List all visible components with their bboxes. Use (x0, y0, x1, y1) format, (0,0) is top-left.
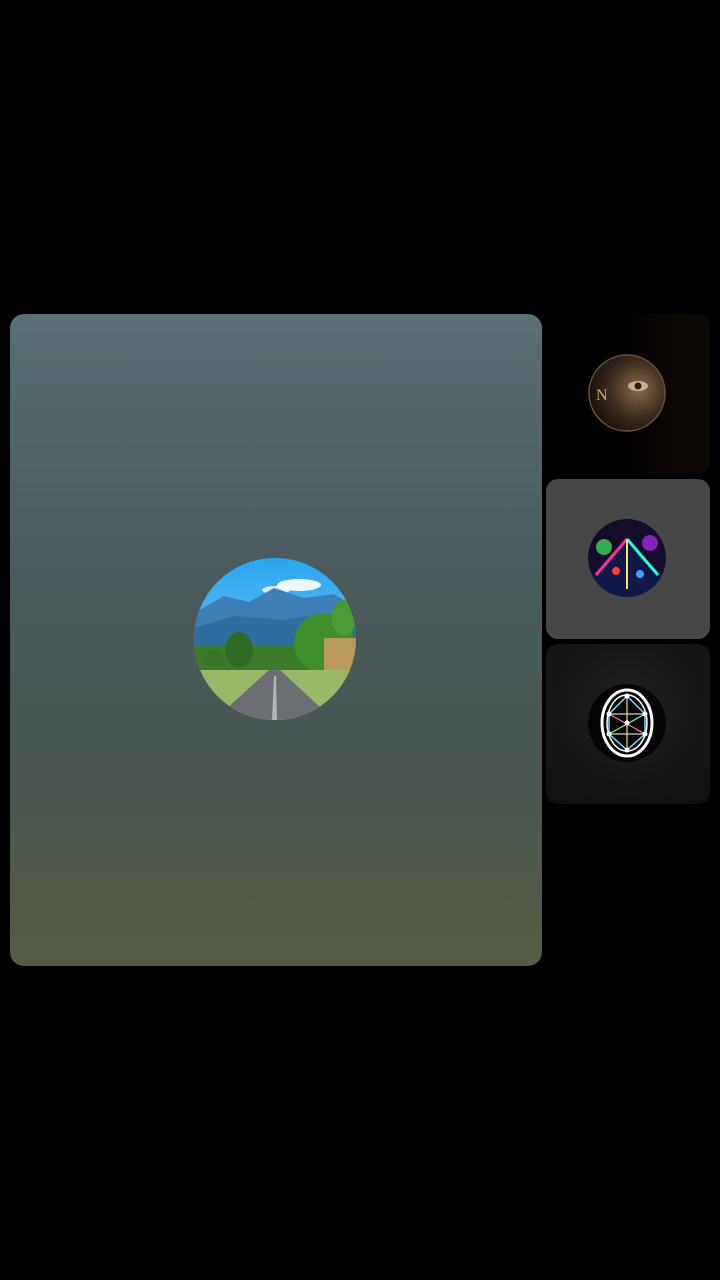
sacred-geometry-avatar-icon (588, 684, 666, 762)
eye-face-avatar-icon: N (588, 354, 666, 432)
participant-thumbnail[interactable]: N (546, 314, 710, 474)
svg-text:N: N (596, 387, 608, 404)
main-participant-tile[interactable] (10, 314, 542, 966)
landscape-road-avatar-icon (194, 558, 356, 720)
video-call-screen: N (0, 0, 720, 1280)
participant-thumbnail-highlighted[interactable] (546, 479, 710, 639)
participant-thumbnail[interactable] (546, 644, 710, 804)
neon-lights-avatar-icon (588, 519, 666, 597)
